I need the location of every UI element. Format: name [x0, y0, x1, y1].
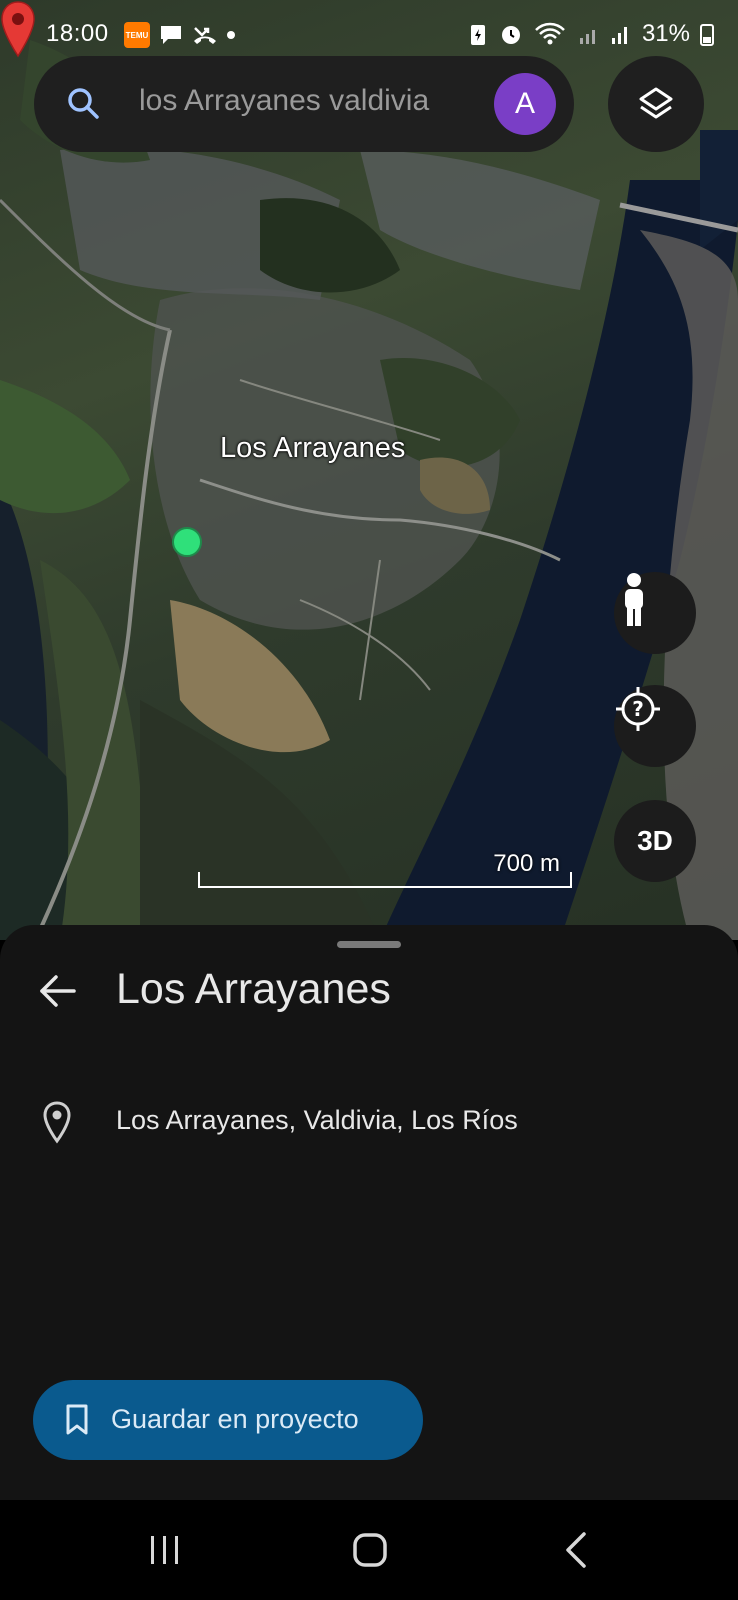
home-icon: [353, 1533, 387, 1567]
layers-icon: [639, 87, 673, 119]
3d-button[interactable]: 3D: [614, 800, 696, 882]
place-marker-icon: [43, 1101, 71, 1144]
save-button-label: Guardar en proyecto: [111, 1404, 359, 1434]
wifi-icon: [535, 22, 565, 45]
svg-text:?: ?: [632, 697, 644, 721]
home-button[interactable]: [350, 1528, 390, 1572]
chevron-left-icon: [566, 1532, 586, 1568]
back-arrow-icon[interactable]: [38, 971, 78, 1011]
battery-percent: 31%: [641, 20, 690, 47]
navigation-bar: [0, 1500, 738, 1600]
street-view-button[interactable]: [614, 572, 696, 654]
drag-handle[interactable]: [337, 941, 401, 948]
location-unknown-icon: ?: [616, 687, 660, 731]
alarm-icon: [501, 26, 520, 44]
status-bar: 18:00 TEMU 31%: [0, 14, 738, 58]
pegman-icon: [625, 573, 643, 626]
scale-line: [198, 872, 572, 888]
recents-button[interactable]: [145, 1528, 185, 1572]
place-bottom-sheet[interactable]: Los Arrayanes Los Arrayanes, Valdivia, L…: [0, 925, 738, 1500]
scale-bar: 700 m: [198, 838, 572, 888]
save-to-project-button[interactable]: Guardar en proyecto: [33, 1380, 423, 1460]
search-icon[interactable]: [64, 84, 104, 124]
system-icons: 31%: [468, 20, 714, 48]
signal-icon: [579, 30, 595, 44]
screen: Los Arrayanes 700 m ? 3D 18:00 TEMU 31% …: [0, 0, 738, 1600]
missed-call-icon: [194, 27, 216, 44]
place-address: Los Arrayanes, Valdivia, Los Ríos: [116, 1105, 518, 1135]
temu-app-icon: TEMU: [124, 22, 150, 48]
system-back-button[interactable]: [562, 1528, 592, 1572]
chat-icon: [161, 26, 181, 44]
map-place-label[interactable]: Los Arrayanes: [220, 432, 405, 465]
recents-icon: [151, 1536, 178, 1564]
search-bar[interactable]: los Arrayanes valdivia A: [34, 56, 574, 152]
account-avatar[interactable]: A: [494, 73, 556, 135]
status-time: 18:00: [46, 20, 109, 47]
layers-button[interactable]: [608, 56, 704, 152]
my-location-button[interactable]: ?: [614, 685, 696, 767]
bookmark-icon: [66, 1404, 88, 1435]
signal-icon: [611, 27, 627, 44]
current-location-dot: [172, 527, 202, 557]
dot-icon: [227, 31, 235, 39]
place-title: Los Arrayanes: [116, 965, 391, 1013]
battery-icon: [700, 24, 714, 46]
notification-icons: TEMU: [124, 22, 236, 48]
battery-saver-icon: [470, 25, 485, 45]
search-input[interactable]: los Arrayanes valdivia: [139, 84, 429, 118]
